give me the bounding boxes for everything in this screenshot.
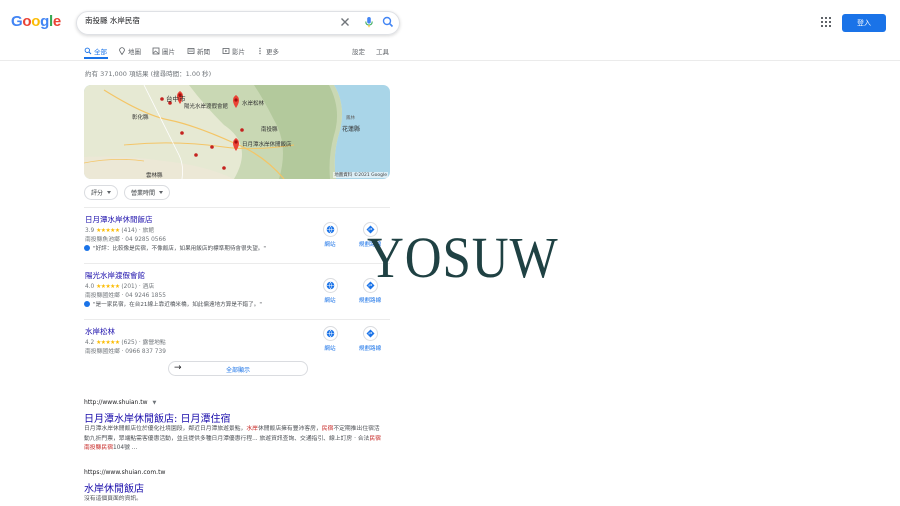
map-pin-label[interactable]: 陽光水岸渡假會館 [184, 102, 228, 110]
caret-down-icon [107, 191, 112, 194]
tab-all[interactable]: 全部 [84, 46, 107, 56]
tab-images[interactable]: 圖片 [152, 46, 175, 56]
search-box[interactable]: 南投縣 水岸民宿 [76, 11, 400, 35]
review-snippet: "好評：比較像是民宿，不像飯店，如果用飯店的標準期待會很失望。" [84, 244, 266, 252]
map-label-nantou: 南投縣 [261, 127, 278, 133]
map-label-changhua: 彰化縣 [132, 115, 149, 121]
directions-label: 規劃路線 [358, 298, 382, 304]
tab-label: 全部 [94, 48, 107, 56]
map-pin-icon [119, 47, 125, 55]
caret-down-icon[interactable]: ▼ [152, 400, 156, 406]
user-avatar-icon [84, 245, 90, 251]
map-label-yunlin: 雲林縣 [146, 173, 163, 179]
hours-filter-chip[interactable]: 營業時間 [124, 185, 171, 200]
divider [84, 207, 390, 208]
news-icon [187, 48, 195, 54]
more-dots-icon [259, 47, 261, 55]
directions-button[interactable]: 規劃路線 [353, 326, 387, 352]
globe-icon [326, 281, 334, 290]
directions-icon [366, 329, 374, 338]
search-icon[interactable] [381, 15, 395, 29]
local-result[interactable]: 日月潭水岸休閒飯店 3.9 ★★★★★ (414) · 旅館 南投縣魚池鄉 · … [84, 214, 390, 269]
chip-label: 營業時間 [131, 190, 156, 197]
view-all-label: 全部顯示 [225, 367, 250, 374]
place-address: 南投縣國姓鄉 · 04 9246 1855 [85, 293, 166, 299]
result-url[interactable]: https://www.shuian.com.tw [84, 469, 165, 476]
map-pin-label[interactable]: 日月潭水岸休閒飯店 [242, 140, 292, 148]
globe-icon [326, 329, 334, 338]
search-icon [84, 47, 92, 55]
result-url-text: http://www.shuian.tw [84, 399, 148, 406]
view-all-button[interactable]: → 全部顯示 [168, 361, 308, 376]
clear-icon[interactable] [338, 15, 352, 29]
result-snippet: 日月潭水岸休閒飯店位於優化社境園段，鄰近日月潭旅遊景點，水岸休閒飯店擁有豐沛客房… [84, 426, 381, 451]
active-tab-indicator [84, 57, 108, 59]
result-title[interactable]: 水岸休閒飯店 [84, 480, 144, 495]
tab-videos[interactable]: 影片 [222, 46, 245, 56]
place-rating: 4.2 ★★★★★ (625) · 露營地點 [85, 337, 166, 346]
tab-label: 新聞 [197, 48, 210, 56]
place-address: 南投縣魚池鄉 · 04 9285 0566 [85, 237, 166, 243]
rating-filter-chip[interactable]: 評分 [84, 185, 119, 200]
tabs-divider [0, 60, 900, 61]
login-button[interactable]: 登入 [842, 14, 886, 32]
divider [84, 263, 390, 264]
website-label: 網站 [324, 298, 336, 304]
tab-more[interactable]: 更多 [256, 46, 279, 56]
website-button[interactable]: 網站 [313, 222, 347, 248]
video-icon [222, 48, 230, 54]
result-snippet: 沒有這個頁面的資訊。 [84, 496, 142, 502]
user-avatar-icon [84, 301, 90, 307]
globe-icon [326, 225, 334, 234]
tab-label: 地圖 [128, 48, 141, 56]
place-rating: 3.9 ★★★★★ (414) · 旅館 [85, 225, 154, 234]
review-text: "是一家民宿，在台21線上靠近橋米橋，如此偏遠地方算是不錯了。" [93, 302, 262, 308]
website-label: 網站 [324, 242, 336, 248]
map-label-taichung: 台中市 [166, 95, 186, 103]
divider [84, 319, 390, 320]
place-name[interactable]: 陽光水岸渡假會館 [85, 270, 145, 281]
local-result[interactable]: 陽光水岸渡假會館 4.0 ★★★★★ (201) · 酒店 南投縣國姓鄉 · 0… [84, 270, 390, 325]
tab-label: 影片 [232, 48, 245, 56]
settings-link[interactable]: 設定 [352, 46, 365, 56]
search-input[interactable]: 南投縣 水岸民宿 [85, 15, 140, 26]
local-map[interactable]: 台中市 彰化縣 南投縣 花蓮縣 鳳林 雲林縣 陽光水岸渡假會館 水岸松林 日月潭… [84, 85, 390, 179]
place-address: 南投縣國姓鄉 · 0966 837 739 [85, 349, 166, 355]
google-logo[interactable]: Google [11, 13, 61, 30]
microphone-icon[interactable] [362, 15, 376, 29]
tab-label: 更多 [266, 48, 279, 56]
chip-label: 評分 [91, 190, 104, 197]
website-button[interactable]: 網站 [313, 326, 347, 352]
website-button[interactable]: 網站 [313, 278, 347, 304]
map-label-hualien: 花蓮縣 [342, 126, 361, 133]
place-name[interactable]: 日月潭水岸休閒飯店 [85, 214, 153, 225]
result-title[interactable]: 日月潭水岸休閒飯店: 日月潭住宿 [84, 410, 231, 425]
caret-down-icon [159, 191, 164, 194]
result-url[interactable]: http://www.shuian.tw ▼ [84, 399, 156, 406]
review-snippet: "是一家民宿，在台21線上靠近橋米橋，如此偏遠地方算是不錯了。" [84, 300, 262, 308]
tools-link[interactable]: 工具 [376, 46, 389, 56]
map-pin-label[interactable]: 水岸松林 [242, 99, 264, 107]
place-name[interactable]: 水岸松林 [85, 326, 115, 337]
directions-label: 規劃路線 [358, 346, 382, 352]
map-attribution: 地圖資料 ©2021 Google [333, 172, 388, 178]
result-stats: 約有 371,000 項結果 (搜尋時間：1.00 秒) [85, 70, 212, 78]
tab-news[interactable]: 新聞 [187, 46, 210, 56]
image-icon [152, 47, 160, 55]
review-text: "好評：比較像是民宿，不像飯店，如果用飯店的標準期待會很失望。" [93, 246, 266, 252]
tab-label: 圖片 [162, 48, 175, 56]
website-label: 網站 [324, 346, 336, 352]
tab-maps[interactable]: 地圖 [118, 46, 141, 56]
place-rating: 4.0 ★★★★★ (201) · 酒店 [85, 281, 154, 290]
apps-grid-icon[interactable] [820, 16, 832, 28]
map-label-fenglin: 鳳林 [346, 116, 355, 121]
watermark-logo: YOSUW [367, 225, 559, 290]
